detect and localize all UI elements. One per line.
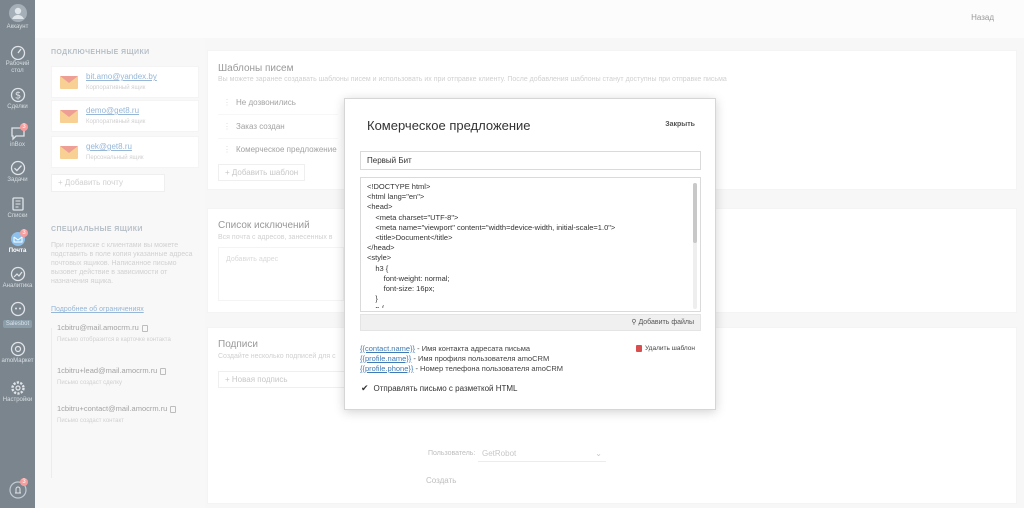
modal-title: Комерческое предложение xyxy=(367,118,531,133)
code-line: } xyxy=(367,294,378,304)
html-checkbox-row[interactable]: ✔ Отправлять письмо с разметкой HTML xyxy=(361,383,517,394)
close-button[interactable]: Закрыть xyxy=(665,121,695,128)
delete-template-label: Удалить шаблон xyxy=(645,345,695,353)
template-name-input[interactable]: Первый Бит xyxy=(360,151,701,170)
variable-hint: {{profile.name}} - Имя профиля пользоват… xyxy=(360,354,549,363)
code-lines: <!DOCTYPE html> <html lang="en"> <head> … xyxy=(367,182,687,308)
attach-files-label: Добавить файлы xyxy=(638,319,694,326)
variable-key[interactable]: {{profile.name}} xyxy=(360,354,411,363)
delete-template-button[interactable]: Удалить шаблон xyxy=(636,345,695,352)
code-line: <title>Document</title> xyxy=(367,233,453,243)
code-line: <style> xyxy=(367,253,392,263)
attachments-bar: ⚲ Добавить файлы xyxy=(360,314,701,331)
variable-desc: - Имя профиля пользователя amoCRM xyxy=(411,354,550,363)
code-line: <head> xyxy=(367,202,393,212)
code-line: <meta charset="UTF-8"> xyxy=(367,212,459,222)
code-line: <html lang="en"> xyxy=(367,192,425,202)
variable-key[interactable]: {{contact.name}} xyxy=(360,344,415,353)
trash-icon xyxy=(636,345,643,352)
code-line: <meta name="viewport" content="width=dev… xyxy=(367,222,616,232)
variable-hint: {{profile.phone}} - Номер телефона польз… xyxy=(360,364,563,373)
variable-hint: {{contact.name}} - Имя контакта адресата… xyxy=(360,344,530,353)
variable-desc: - Имя контакта адресата письма xyxy=(415,344,531,353)
html-checkbox-label: Отправлять письмо с разметкой HTML xyxy=(373,384,518,393)
code-line: font-weight: normal; xyxy=(367,273,450,283)
variable-desc: - Номер телефона пользователя amoCRM xyxy=(413,364,564,373)
code-line: <!DOCTYPE html> xyxy=(367,182,431,191)
code-line: font-size: 16px; xyxy=(367,284,435,294)
variable-key[interactable]: {{profile.phone}} xyxy=(360,364,413,373)
code-line: </head> xyxy=(367,243,395,253)
code-line: p { xyxy=(367,304,687,308)
attach-files-button[interactable]: ⚲ Добавить файлы xyxy=(631,318,694,326)
template-modal: Комерческое предложение Закрыть Первый Б… xyxy=(344,98,716,410)
code-scrollbar[interactable] xyxy=(693,183,697,309)
code-line: h3 { xyxy=(367,263,389,273)
checkmark-icon[interactable]: ✔ xyxy=(361,383,369,394)
template-code-editor[interactable]: <!DOCTYPE html> <html lang="en"> <head> … xyxy=(360,177,701,312)
